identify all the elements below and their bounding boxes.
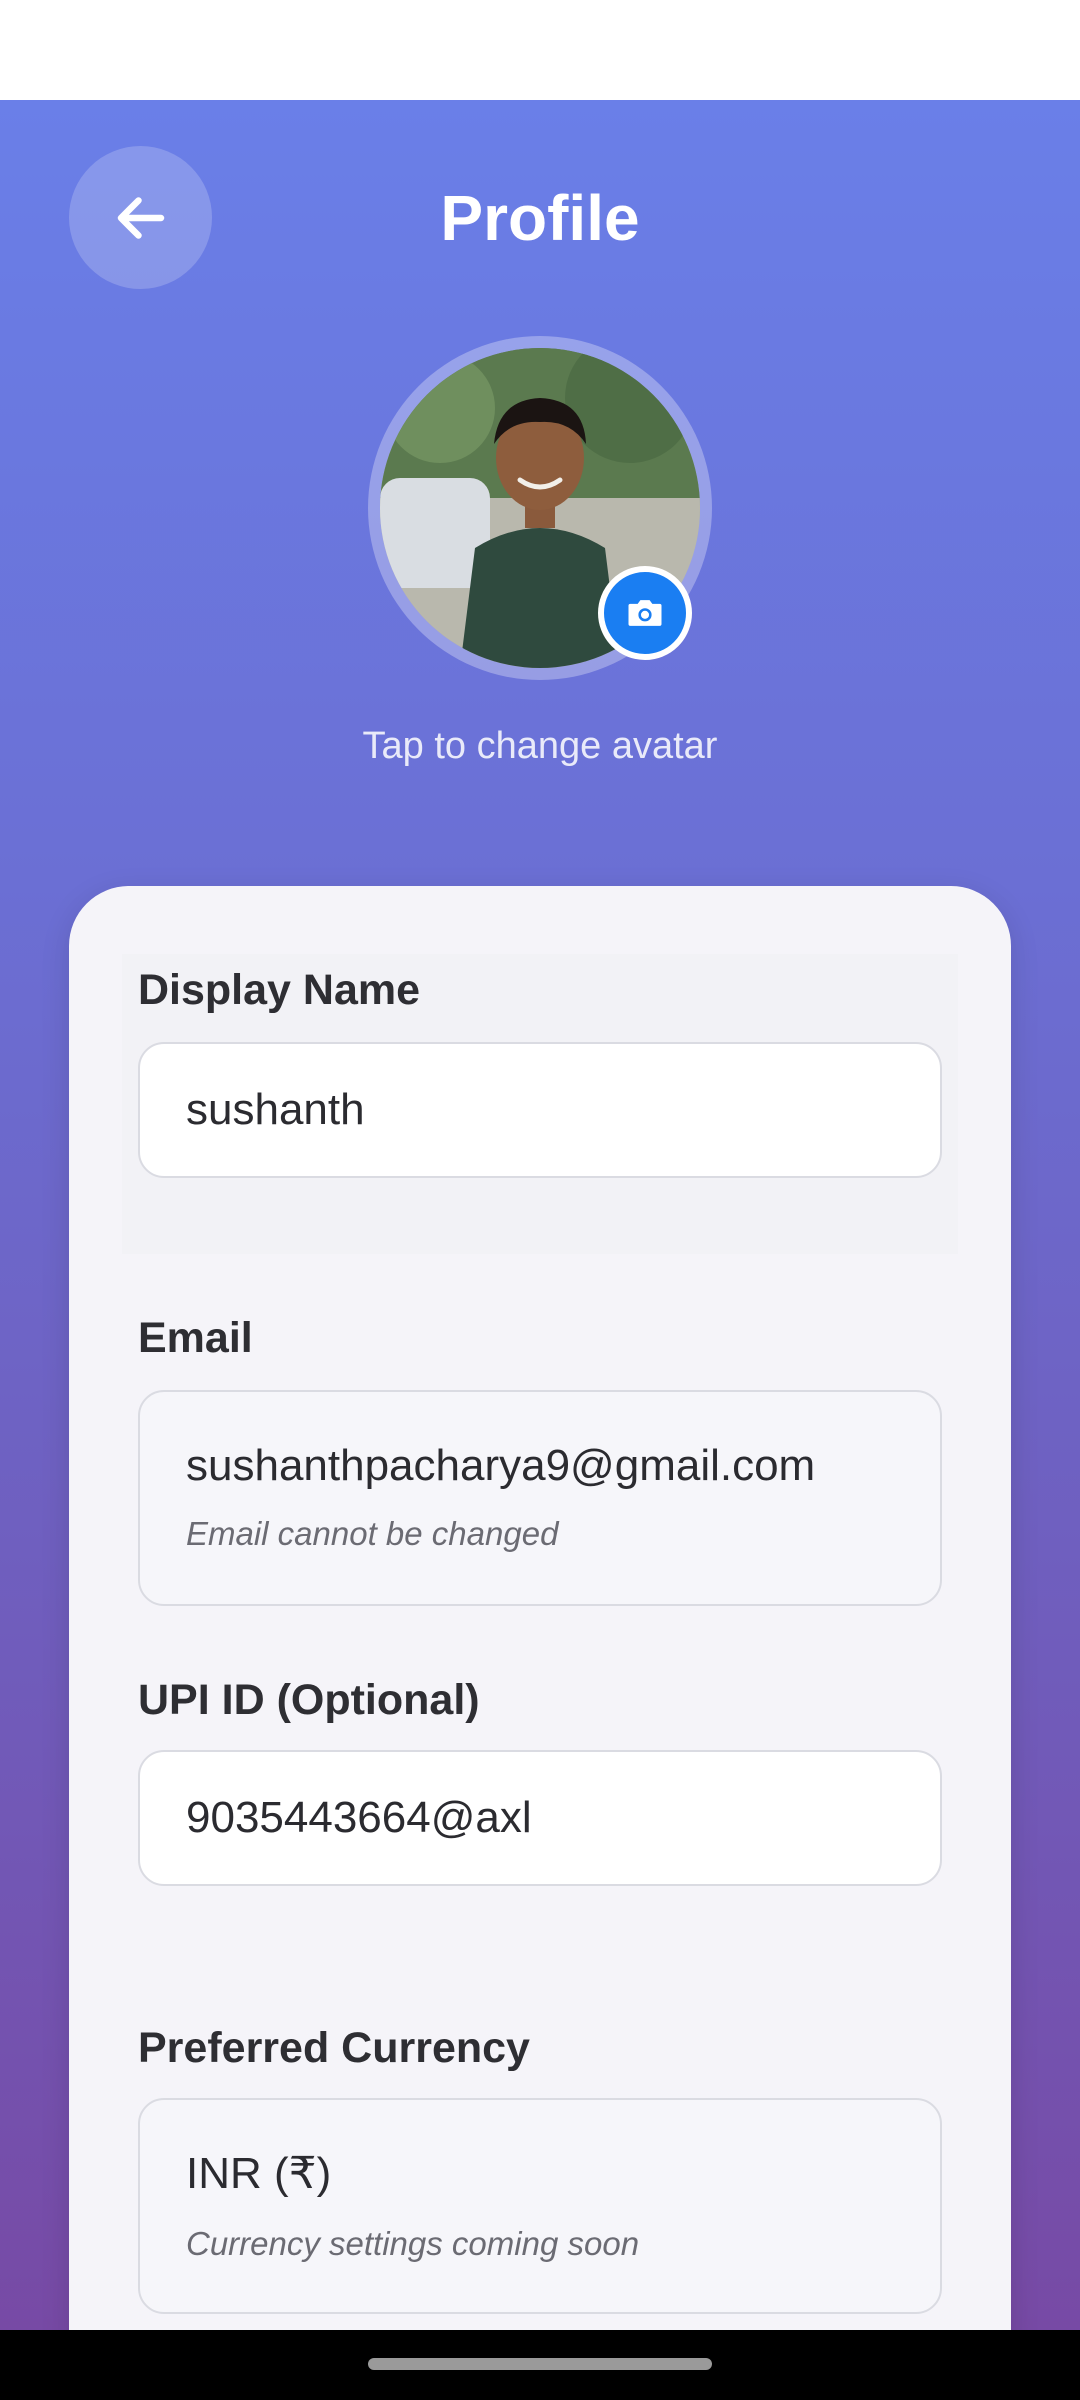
page-title: Profile: [440, 182, 640, 254]
currency-field: INR (₹) Currency settings coming soon: [138, 2098, 942, 2314]
currency-value: INR (₹): [186, 2149, 332, 2198]
display-name-label: Display Name: [138, 966, 421, 1014]
email-value: sushanthpacharya9@gmail.com: [186, 1441, 816, 1490]
display-name-input[interactable]: sushanth: [138, 1042, 942, 1178]
upi-input[interactable]: 9035443664@axl: [138, 1750, 942, 1886]
upi-value: 9035443664@axl: [186, 1793, 532, 1842]
currency-note: Currency settings coming soon: [186, 2225, 640, 2262]
email-note: Email cannot be changed: [186, 1515, 559, 1552]
email-label: Email: [138, 1314, 253, 1362]
avatar-hint: Tap to change avatar: [362, 725, 718, 767]
email-field: sushanthpacharya9@gmail.com Email cannot…: [138, 1390, 942, 1606]
camera-icon: [628, 600, 662, 626]
display-name-value: sushanth: [186, 1085, 365, 1134]
status-bar: [0, 0, 1080, 100]
profile-form-card: Display Name sushanth Email sushanthpach…: [69, 886, 1011, 2400]
currency-label: Preferred Currency: [138, 2024, 530, 2072]
upi-label: UPI ID (Optional): [138, 1676, 480, 1724]
change-avatar-camera-button[interactable]: [598, 566, 692, 660]
home-gesture-handle[interactable]: [368, 2358, 712, 2370]
